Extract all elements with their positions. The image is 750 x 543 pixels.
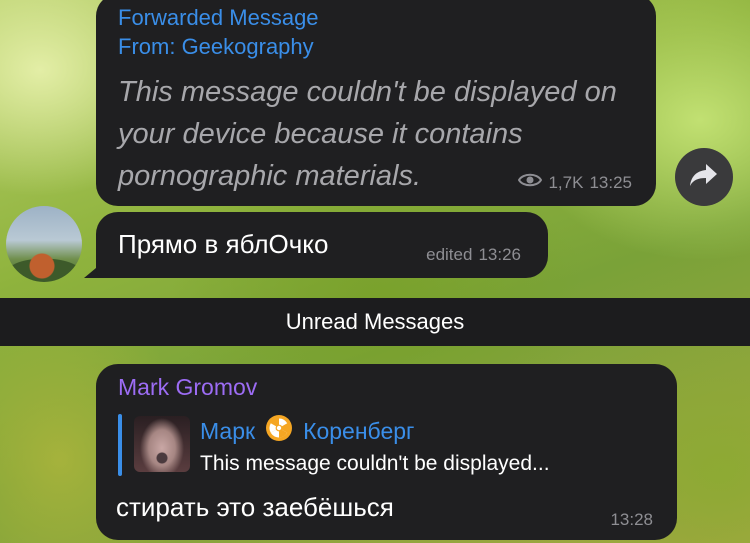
- message-time: 13:25: [589, 172, 632, 192]
- unread-messages-separator: Unread Messages: [0, 298, 750, 346]
- message-time: 13:28: [610, 510, 653, 529]
- avatar[interactable]: [6, 206, 82, 282]
- forwarded-label: Forwarded Message: [118, 5, 319, 30]
- radioactive-icon: [265, 414, 293, 448]
- reply-author-last: Коренберг: [303, 417, 415, 444]
- reply-author[interactable]: Марк Коренберг: [200, 414, 414, 448]
- view-count: 1,7K: [548, 172, 584, 192]
- forwarded-message-meta: 1,7K 13:25: [518, 172, 632, 193]
- forwarded-from-prefix: From:: [118, 34, 182, 59]
- forwarded-from: From: Geekography: [118, 34, 314, 60]
- forwarded-from-channel[interactable]: Geekography: [182, 34, 314, 59]
- unread-messages-label: Unread Messages: [285, 309, 465, 334]
- share-arrow-icon: [689, 162, 719, 193]
- eye-icon: [518, 172, 543, 193]
- reply-author-first: Марк: [200, 417, 256, 444]
- message-meta: edited 13:26: [426, 245, 521, 265]
- reply-thumbnail[interactable]: [134, 416, 190, 472]
- message-meta: 13:28: [610, 510, 653, 530]
- sender-name[interactable]: Mark Gromov: [118, 374, 257, 401]
- reply-quote-text: This message couldn't be displayed...: [200, 452, 550, 475]
- share-button[interactable]: [675, 148, 733, 206]
- reply-accent-bar: [118, 414, 122, 476]
- message-text: Прямо в яблОчко: [118, 229, 329, 259]
- message-time: 13:26: [478, 245, 521, 264]
- edited-label: edited: [426, 245, 473, 264]
- message-text: стирать это заебёшься: [116, 492, 394, 522]
- forwarded-message-bubble[interactable]: Forwarded Message From: Geekography This…: [96, 0, 656, 206]
- message-bubble[interactable]: Mark Gromov Марк Коренберг This message …: [96, 364, 677, 540]
- message-bubble[interactable]: Прямо в яблОчко edited 13:26: [96, 212, 548, 278]
